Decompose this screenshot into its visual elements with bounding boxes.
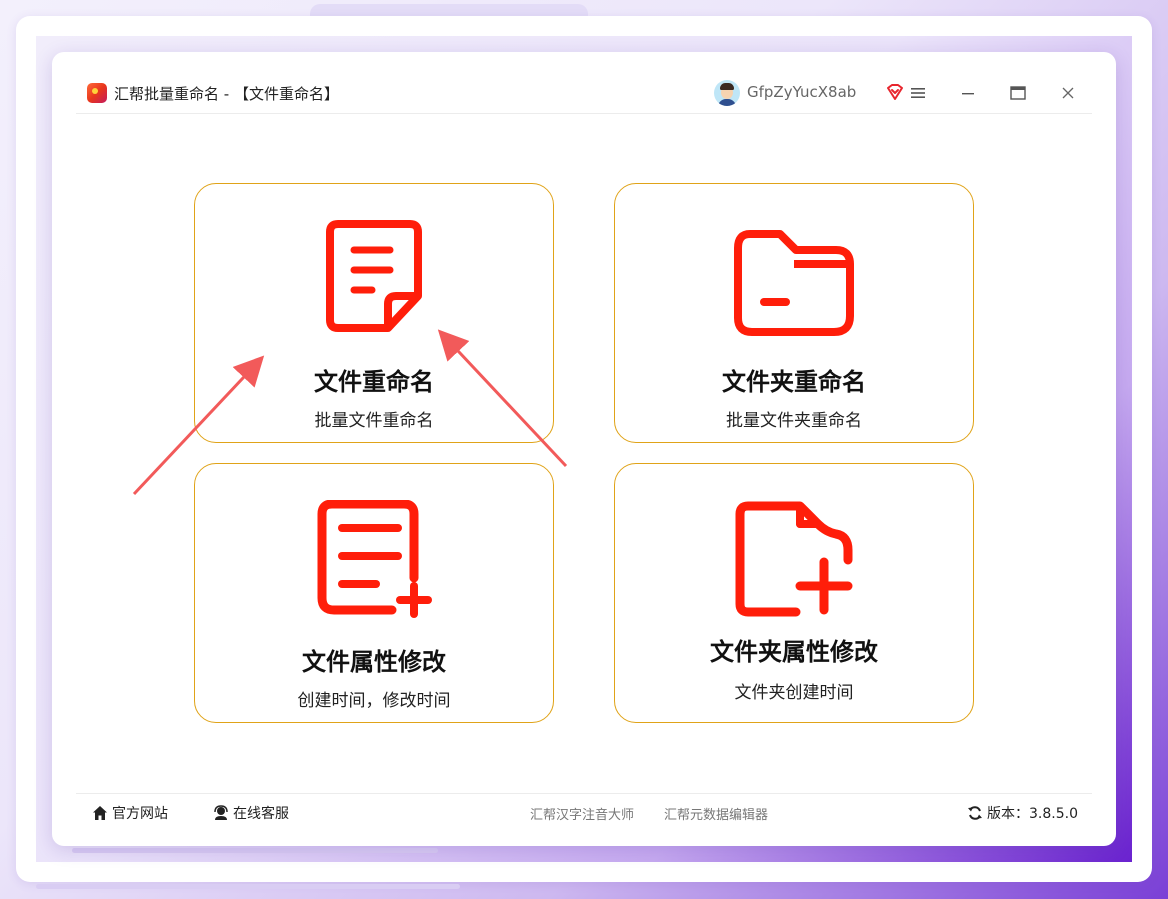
window-title: 汇帮批量重命名 - 【文件重命名】 (114, 85, 339, 103)
decorative-strip (36, 884, 460, 889)
menu-button[interactable] (902, 78, 934, 108)
card-folder-rename[interactable]: 文件夹重命名 批量文件夹重命名 (614, 183, 974, 443)
refresh-icon (968, 806, 982, 820)
footer-link-pinyin[interactable]: 汇帮汉字注音大师 (530, 804, 634, 823)
minimize-icon (962, 93, 974, 95)
footer-link-metadata[interactable]: 汇帮元数据编辑器 (664, 804, 768, 823)
close-icon (1062, 87, 1074, 99)
card-subtitle: 文件夹创建时间 (734, 683, 854, 703)
headset-icon (214, 805, 228, 820)
app-window: 汇帮批量重命名 - 【文件重命名】 GfpZyYucX8ab 文件重命名 批量文… (52, 52, 1116, 846)
annotation-arrows (132, 329, 568, 496)
version-label: 版本：3.8.5.0 (987, 806, 1078, 822)
card-title: 文件属性修改 (302, 648, 446, 676)
close-button[interactable] (1052, 78, 1084, 108)
version-info[interactable]: 版本：3.8.5.0 (966, 802, 1078, 824)
hamburger-icon (911, 88, 925, 98)
username[interactable]: GfpZyYucX8ab (747, 83, 856, 101)
footer-bar: 官方网站 在线客服 汇帮汉字注音大师 汇帮元数据编辑器 版本：3.8.5.0 (76, 793, 1092, 833)
app-logo-icon (87, 83, 107, 103)
maximize-button[interactable] (1002, 78, 1034, 108)
card-file-attributes[interactable]: 文件属性修改 创建时间，修改时间 (194, 463, 554, 723)
card-title: 文件重命名 (314, 368, 434, 396)
card-title: 文件夹重命名 (722, 368, 866, 396)
online-support-link[interactable]: 在线客服 (212, 802, 289, 824)
folder-icon (734, 230, 854, 336)
card-title: 文件夹属性修改 (710, 638, 878, 666)
card-subtitle: 批量文件重命名 (314, 411, 434, 431)
folder-plus-icon (735, 501, 853, 617)
document-plus-icon (317, 500, 432, 618)
decorative-strip (72, 848, 438, 853)
user-avatar[interactable] (714, 80, 740, 106)
online-support-label: 在线客服 (233, 806, 289, 822)
minimize-button[interactable] (952, 78, 984, 108)
home-icon (93, 806, 107, 820)
document-icon (326, 220, 422, 332)
title-bar: 汇帮批量重命名 - 【文件重命名】 GfpZyYucX8ab (76, 76, 1092, 114)
official-website-label: 官方网站 (112, 806, 168, 822)
card-subtitle: 创建时间，修改时间 (297, 691, 451, 711)
card-subtitle: 批量文件夹重命名 (726, 411, 862, 431)
official-website-link[interactable]: 官方网站 (91, 802, 168, 824)
card-file-rename[interactable]: 文件重命名 批量文件重命名 (194, 183, 554, 443)
card-folder-attributes[interactable]: 文件夹属性修改 文件夹创建时间 (614, 463, 974, 723)
maximize-icon (1010, 86, 1026, 100)
